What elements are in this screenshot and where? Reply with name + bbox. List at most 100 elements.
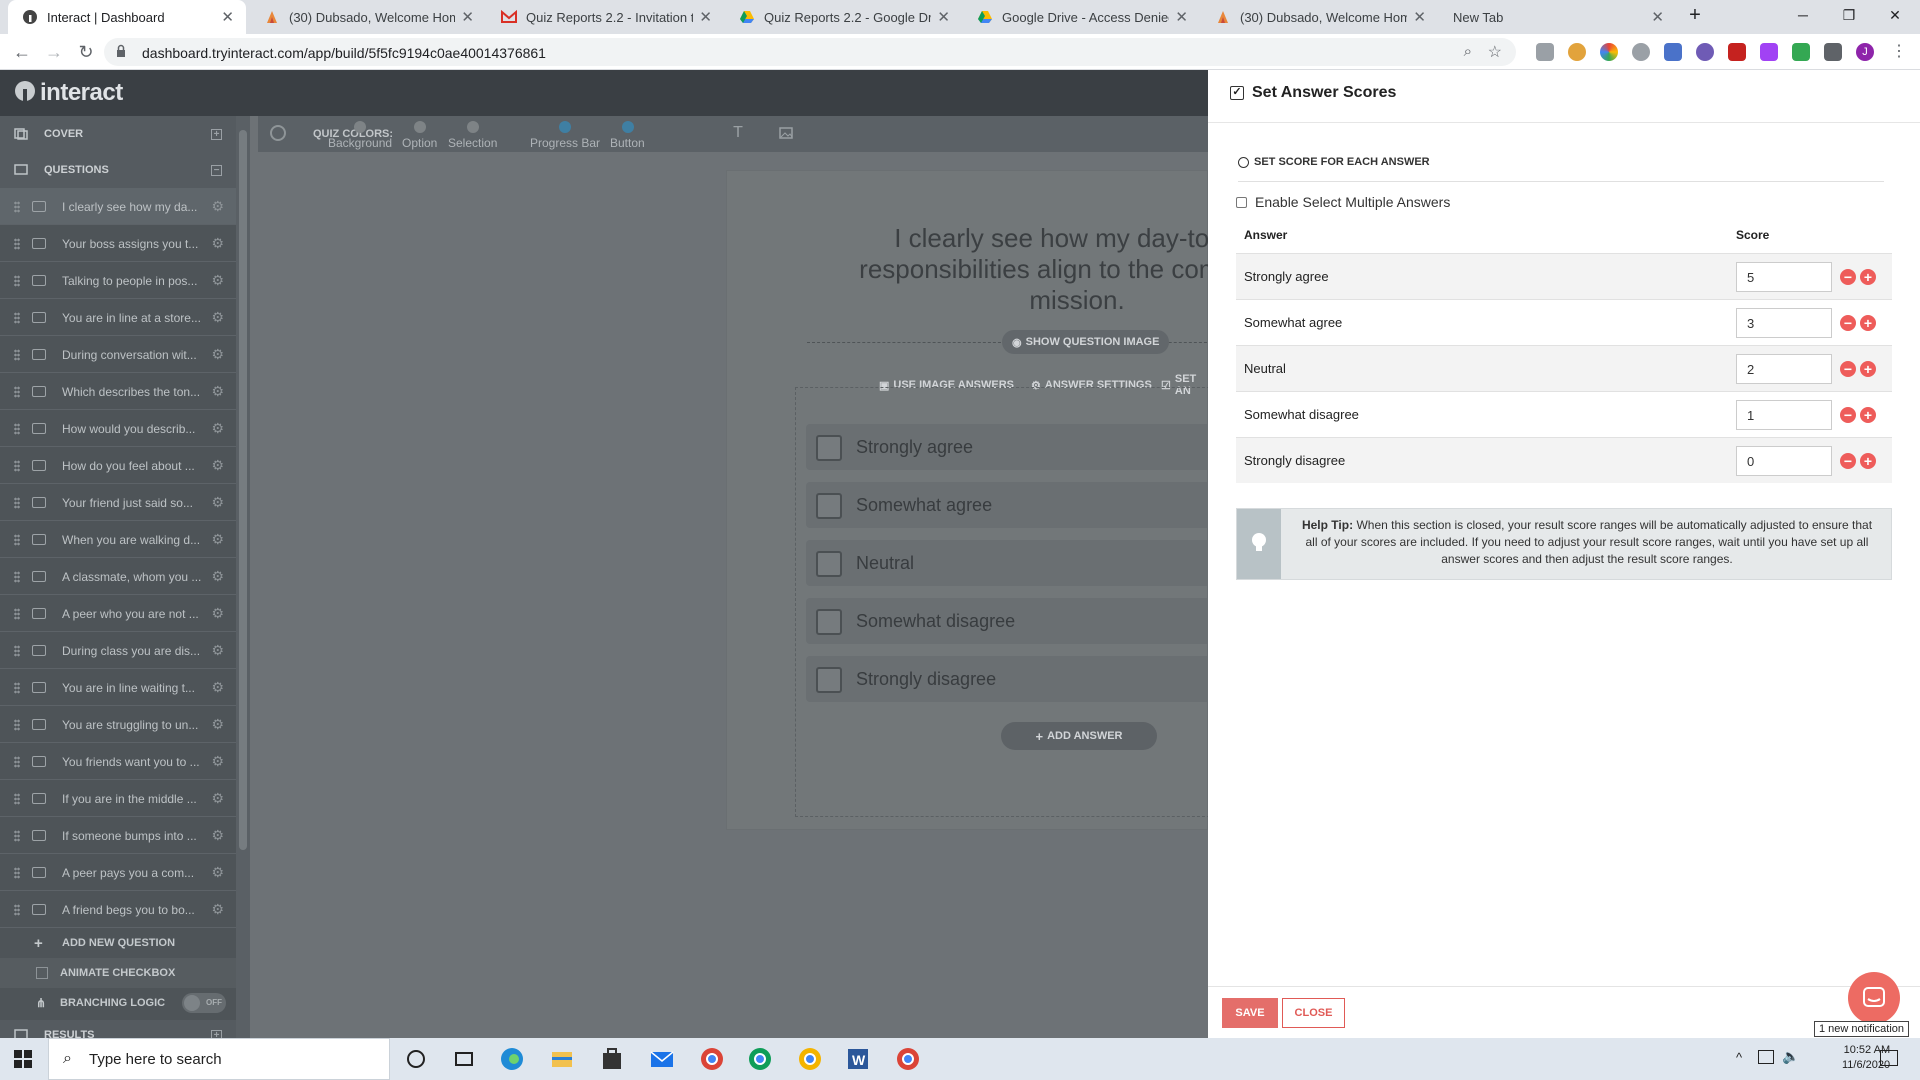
color-swatch[interactable] [413, 121, 426, 133]
question-item[interactable]: Which describes the ton... ⚙ [0, 373, 236, 410]
add-result-icon[interactable]: + [211, 1029, 222, 1038]
question-item[interactable]: During class you are dis... ⚙ [0, 632, 236, 669]
color-swatch[interactable] [466, 121, 479, 133]
score-input[interactable] [1736, 308, 1832, 338]
score-input[interactable] [1736, 400, 1832, 430]
question-item[interactable]: A peer who you are not ... ⚙ [0, 595, 236, 632]
palette-icon[interactable] [270, 125, 286, 141]
gear-icon[interactable]: ⚙ [211, 309, 224, 326]
color-swatch[interactable] [559, 121, 571, 133]
question-item[interactable]: Your boss assigns you t... ⚙ [0, 225, 236, 262]
animate-checkbox-option[interactable]: ANIMATE CHECKBOX [0, 958, 236, 988]
minus-circle-icon[interactable]: − [1840, 407, 1856, 423]
extension-icon[interactable] [1664, 43, 1682, 61]
gear-icon[interactable]: ⚙ [211, 420, 224, 437]
chrome-icon[interactable] [746, 1045, 774, 1073]
bookmark-star-icon[interactable]: ☆ [1488, 42, 1502, 62]
volume-icon[interactable]: 🔈 [1782, 1048, 1799, 1065]
answer-option[interactable]: Strongly agree [806, 424, 1216, 470]
zoom-icon[interactable]: ⌕ [1464, 43, 1472, 60]
gear-icon[interactable]: ⚙ [211, 679, 224, 696]
question-item[interactable]: Talking to people in pos... ⚙ [0, 262, 236, 299]
sidebar-cover[interactable]: COVER + [0, 116, 236, 152]
tab-google-drive-denied[interactable]: Google Drive - Access Denied ✕ [963, 0, 1200, 34]
show-question-image-button[interactable]: ◉ SHOW QUESTION IMAGE [1002, 330, 1170, 354]
drag-handle-icon[interactable] [14, 275, 20, 287]
close-tab-icon[interactable]: ✕ [1413, 8, 1426, 26]
question-item[interactable]: You are in line at a store... ⚙ [0, 299, 236, 336]
omnibox[interactable]: dashboard.tryinteract.com/app/build/5f5f… [104, 38, 1516, 66]
question-item[interactable]: If someone bumps into ... ⚙ [0, 817, 236, 854]
answer-checkbox[interactable] [816, 493, 842, 519]
gear-icon[interactable]: ⚙ [211, 642, 224, 659]
gear-icon[interactable]: ⚙ [211, 383, 224, 400]
chrome-icon[interactable] [796, 1045, 824, 1073]
question-item[interactable]: I clearly see how my da... ⚙ [0, 188, 236, 225]
add-new-question-button[interactable]: + ADD NEW QUESTION [0, 928, 236, 958]
extension-icon[interactable] [1792, 43, 1810, 61]
answer-checkbox[interactable] [816, 667, 842, 693]
gear-icon[interactable]: ⚙ [211, 494, 224, 511]
text-format-icon[interactable]: T [728, 124, 748, 144]
close-tab-icon[interactable]: ✕ [1651, 8, 1664, 26]
drag-handle-icon[interactable] [14, 719, 20, 731]
gear-icon[interactable]: ⚙ [211, 457, 224, 474]
maximize-button[interactable]: ❐ [1826, 0, 1872, 30]
color-wheel-extension-icon[interactable] [1600, 43, 1618, 61]
gear-icon[interactable]: ⚙ [211, 864, 224, 881]
extension-icon[interactable] [1696, 43, 1714, 61]
drag-handle-icon[interactable] [14, 645, 20, 657]
close-button[interactable]: CLOSE [1282, 998, 1345, 1028]
new-tab-button[interactable]: + [1680, 0, 1710, 30]
back-button[interactable]: ← [8, 38, 36, 66]
task-view-icon[interactable] [450, 1045, 478, 1073]
answer-checkbox[interactable] [816, 551, 842, 577]
answer-option[interactable]: Somewhat disagree [806, 598, 1216, 644]
drag-handle-icon[interactable] [14, 534, 20, 546]
gear-icon[interactable]: ⚙ [211, 753, 224, 770]
gear-icon[interactable]: ⚙ [211, 790, 224, 807]
save-button[interactable]: SAVE [1222, 998, 1278, 1028]
plus-circle-icon[interactable]: + [1860, 453, 1876, 469]
question-item[interactable]: Your friend just said so... ⚙ [0, 484, 236, 521]
close-tab-icon[interactable]: ✕ [461, 8, 474, 26]
gear-icon[interactable]: ⚙ [211, 605, 224, 622]
chrome-icon[interactable] [894, 1045, 922, 1073]
chat-launcher-button[interactable] [1848, 972, 1900, 1024]
gear-icon[interactable]: ⚙ [211, 272, 224, 289]
extension-icon[interactable] [1632, 43, 1650, 61]
drag-handle-icon[interactable] [14, 238, 20, 250]
score-input[interactable] [1736, 446, 1832, 476]
chrome-menu-icon[interactable]: ⋮ [1890, 43, 1908, 61]
animate-checkbox[interactable] [36, 967, 48, 979]
question-item[interactable]: When you are walking d... ⚙ [0, 521, 236, 558]
plus-circle-icon[interactable]: + [1860, 315, 1876, 331]
extension-icon[interactable] [1728, 43, 1746, 61]
camera-extension-icon[interactable] [1536, 43, 1554, 61]
drag-handle-icon[interactable] [14, 867, 20, 879]
enable-multiple-checkbox[interactable] [1236, 196, 1247, 208]
sidebar-scrollbar-thumb[interactable] [239, 130, 247, 850]
gear-icon[interactable]: ⚙ [211, 827, 224, 844]
score-input[interactable] [1736, 354, 1832, 384]
forward-button[interactable]: → [40, 38, 68, 66]
branching-logic-option[interactable]: ⋔ BRANCHING LOGIC OFF [0, 988, 236, 1018]
color-swatch[interactable] [621, 121, 634, 133]
drag-handle-icon[interactable] [14, 904, 20, 916]
taskbar-search-box[interactable]: ⌕ Type here to search [48, 1038, 390, 1080]
extension-icon[interactable] [1760, 43, 1778, 61]
drag-handle-icon[interactable] [14, 349, 20, 361]
question-item[interactable]: A peer pays you a com... ⚙ [0, 854, 236, 891]
mail-icon[interactable] [648, 1045, 676, 1073]
drag-handle-icon[interactable] [14, 756, 20, 768]
close-tab-icon[interactable]: ✕ [1175, 8, 1188, 26]
add-cover-icon[interactable]: + [211, 128, 222, 140]
close-tab-icon[interactable]: ✕ [221, 8, 234, 26]
tab-google-drive-quiz[interactable]: Quiz Reports 2.2 - Google Drive ✕ [725, 0, 962, 34]
close-tab-icon[interactable]: ✕ [937, 8, 950, 26]
sidebar-results[interactable]: RESULTS + [0, 1020, 236, 1038]
drag-handle-icon[interactable] [14, 682, 20, 694]
question-item[interactable]: During conversation wit... ⚙ [0, 336, 236, 373]
gear-icon[interactable]: ⚙ [211, 346, 224, 363]
tab-interact-dashboard[interactable]: Interact | Dashboard ✕ [8, 0, 246, 34]
